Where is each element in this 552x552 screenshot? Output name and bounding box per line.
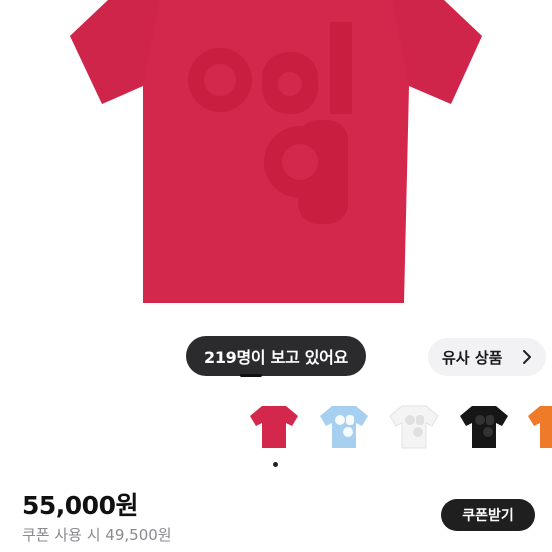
similar-products-button[interactable]: 유사 상품 (428, 338, 546, 376)
swatch-white[interactable] (386, 398, 442, 454)
swatch-black[interactable] (456, 398, 512, 454)
similar-products-label: 유사 상품 (442, 348, 503, 367)
coupon-price-label: 쿠폰 사용 시 49,500원 (22, 526, 172, 544)
swatch-sky-blue[interactable] (316, 398, 372, 454)
price-label: 55,000원 (22, 491, 138, 520)
viewers-count-label: 219명이 보고 있어요 (204, 348, 348, 367)
page-indicator-dot (273, 462, 278, 467)
product-image[interactable] (0, 0, 552, 330)
color-swatch-row (0, 398, 552, 458)
swatch-red[interactable] (246, 398, 302, 454)
chevron-right-icon (522, 349, 532, 369)
swatch-orange[interactable] (524, 398, 552, 454)
pill-underline (240, 374, 262, 377)
viewers-count-badge: 219명이 보고 있어요 (186, 336, 366, 376)
get-coupon-label: 쿠폰받기 (462, 508, 514, 524)
tshirt-illustration (70, 0, 482, 303)
get-coupon-button[interactable]: 쿠폰받기 (441, 499, 535, 531)
